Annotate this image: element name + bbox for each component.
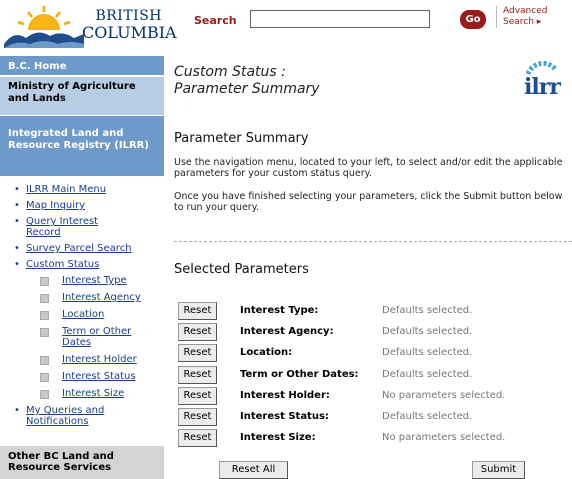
reset-button[interactable]: Reset [178,387,217,405]
page-title-line2: Parameter Summary [174,81,320,97]
ilrr-logo: ilrr [514,60,566,104]
param-row-interest-status: Reset Interest Status: Defaults selected… [178,408,568,427]
sub-item-interest-agency[interactable]: Interest Agency [0,292,164,303]
sub-item-label: Interest Agency [62,292,141,303]
square-bullet-icon [40,356,49,365]
param-row-interest-type: Reset Interest Type: Defaults selected. [178,302,568,321]
search-input[interactable] [250,10,430,28]
logo-line1: BRITISH [95,8,162,24]
sub-item-label: Term or Other Dates [62,326,132,348]
sub-item-label: Interest Holder [62,354,137,365]
param-value: Defaults selected. [382,305,473,316]
param-label: Interest Holder: [240,390,330,401]
reset-button[interactable]: Reset [178,429,217,447]
sub-item-label: Location [62,309,105,320]
advanced-search-link[interactable]: Advanced Search ▸ [496,6,566,28]
square-bullet-icon [40,294,49,303]
page-title-line1: Custom Status : [174,64,286,80]
advanced-line2: Search ▸ [503,17,542,27]
param-value: Defaults selected. [382,326,473,337]
dotted-divider [174,241,572,242]
param-value: Defaults selected. [382,411,473,422]
left-nav: B.C. Home Ministry of Agriculture and La… [0,56,164,479]
square-bullet-icon [40,373,49,382]
param-value: No parameters selected. [382,390,506,401]
go-button[interactable]: Go [460,10,486,29]
param-row-interest-agency: Reset Interest Agency: Defaults selected… [178,323,568,342]
param-label: Location: [240,347,293,358]
header: BRITISH COLUMBIA Search Go Advanced Sear… [0,0,572,52]
param-label: Interest Size: [240,432,316,443]
param-label: Term or Other Dates: [240,369,359,380]
parameter-summary-heading: Parameter Summary [174,131,309,146]
param-row-term-or-other-dates: Reset Term or Other Dates: Defaults sele… [178,366,568,385]
nav-other-services[interactable]: Other BC Land and Resource Services [0,446,164,479]
bullet-icon: • [14,405,20,416]
sub-item-interest-status[interactable]: Interest Status [0,371,164,382]
param-label: Interest Agency: [240,326,334,337]
nav-item-survey-parcel-search[interactable]: • Survey Parcel Search [0,243,164,254]
bc-logo-text: BRITISH COLUMBIA [82,8,177,42]
logo-line2: COLUMBIA [82,23,177,42]
nav-item-label: Custom Status [26,259,100,270]
reset-all-button[interactable]: Reset All [219,461,288,479]
reset-button[interactable]: Reset [178,323,217,341]
reset-button[interactable]: Reset [178,344,217,362]
nav-item-label: Query Interest Record [26,216,99,238]
nav-list: • ILRR Main Menu • Map Inquiry • Query I… [0,184,164,432]
sub-item-interest-size[interactable]: Interest Size [0,388,160,399]
nav-ilrr[interactable]: Integrated Land and Resource Registry (I… [0,116,164,176]
square-bullet-icon [40,311,49,320]
sub-item-term-or-other-dates[interactable]: Term or Other Dates [0,326,140,348]
sub-item-label: Interest Status [62,371,136,382]
param-value: Defaults selected. [382,369,473,380]
nav-item-map-inquiry[interactable]: • Map Inquiry [0,200,150,211]
square-bullet-icon [40,328,49,337]
param-label: Interest Type: [240,305,319,316]
nav-item-label: My Queries and Notifications [26,405,105,427]
bullet-icon: • [14,200,20,211]
reset-button[interactable]: Reset [178,408,217,426]
param-value: Defaults selected. [382,347,473,358]
sub-item-label: Interest Size [62,388,125,399]
sub-item-interest-type[interactable]: Interest Type [0,275,160,286]
sub-item-interest-holder[interactable]: Interest Holder [0,354,164,365]
nav-item-custom-status[interactable]: • Custom Status [0,259,150,270]
nav-item-my-queries[interactable]: • My Queries and Notifications [0,405,128,427]
bullet-icon: • [14,216,20,227]
advanced-line1: Advanced [503,6,548,16]
bullet-icon: • [14,243,20,254]
nav-item-query-interest-record[interactable]: • Query Interest Record [0,216,110,238]
param-row-interest-holder: Reset Interest Holder: No parameters sel… [178,387,568,406]
square-bullet-icon [40,390,49,399]
selected-parameters-heading: Selected Parameters [174,262,309,277]
param-label: Interest Status: [240,411,329,422]
param-row-interest-size: Reset Interest Size: No parameters selec… [178,429,568,448]
bullet-icon: • [14,184,20,195]
instructions-paragraph-1: Use the navigation menu, located to your… [174,157,563,179]
bc-sun-icon [4,6,84,48]
nav-item-label: Map Inquiry [26,200,86,211]
nav-item-label: ILRR Main Menu [26,184,107,195]
reset-button[interactable]: Reset [178,302,217,320]
square-bullet-icon [40,277,49,286]
param-row-location: Reset Location: Defaults selected. [178,344,568,363]
reset-button[interactable]: Reset [178,366,217,384]
instructions-paragraph-2: Once you have finished selecting your pa… [174,191,563,213]
nav-item-ilrr-main-menu[interactable]: • ILRR Main Menu [0,184,150,195]
param-value: No parameters selected. [382,432,506,443]
bc-logo[interactable]: BRITISH COLUMBIA [4,4,177,48]
main-content: Custom Status : Parameter Summary ilrr P… [164,56,572,479]
nav-ministry[interactable]: Ministry of Agriculture and Lands [0,77,164,115]
nav-bc-home[interactable]: B.C. Home [0,56,164,76]
ilrr-logo-text: ilrr [524,74,561,100]
submit-button[interactable]: Submit [472,461,525,479]
page-title: Custom Status : Parameter Summary [174,64,320,98]
bullet-icon: • [14,259,20,270]
sub-item-location[interactable]: Location [0,309,160,320]
sub-item-label: Interest Type [62,275,127,286]
nav-item-label: Survey Parcel Search [26,243,132,254]
search-label: Search [194,14,237,27]
